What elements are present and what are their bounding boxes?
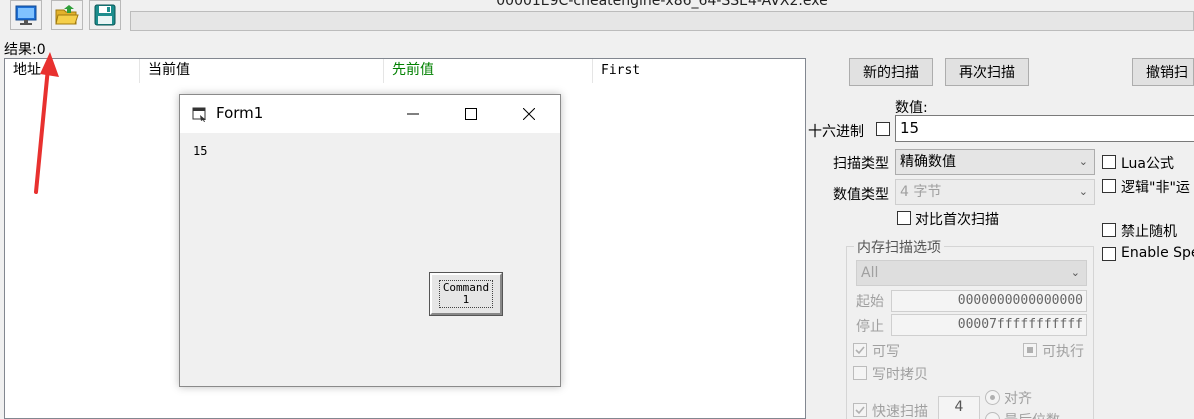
open-file-button[interactable] <box>51 0 83 30</box>
chevron-down-icon: ⌄ <box>1078 185 1088 198</box>
maximize-icon <box>465 108 477 120</box>
value-type-label: 数值类型 <box>833 187 889 203</box>
radio-dot <box>990 395 995 400</box>
memory-region-value: All <box>861 265 879 281</box>
command1-label: Command 1 <box>438 280 494 308</box>
start-address-field[interactable]: 0000000000000000 <box>891 290 1087 312</box>
annotation-arrow <box>34 52 59 194</box>
form1-title: Form1 <box>216 104 264 122</box>
save-button[interactable] <box>89 0 121 30</box>
fast-scan-label: 快速扫描 <box>872 404 928 419</box>
column-previous-value[interactable]: 先前值 <box>384 59 593 83</box>
executable-label: 可执行 <box>1042 344 1084 360</box>
align-label: 对齐 <box>1004 391 1032 407</box>
form1-window: Form1 15 Command 1 <box>179 94 561 387</box>
fast-scan-value-field[interactable]: 4 <box>938 396 980 419</box>
logic-not-label: 逻辑"非"运 <box>1121 180 1190 196</box>
check-icon <box>855 406 865 415</box>
memory-region-select[interactable]: All ⌄ <box>856 260 1087 286</box>
last-digits-label: 最后位数 <box>1004 410 1064 419</box>
value-type-select[interactable]: 4 字节 ⌄ <box>895 179 1095 205</box>
fast-scan-checkbox[interactable] <box>853 403 867 417</box>
hex-checkbox[interactable] <box>876 122 890 136</box>
scan-type-label: 扫描类型 <box>833 156 889 172</box>
minimize-button[interactable] <box>390 95 436 133</box>
scan-progress-bar <box>130 11 1194 31</box>
start-label: 起始 <box>856 294 884 310</box>
copy-on-write-label: 写时拷贝 <box>872 367 928 383</box>
monitor-icon <box>15 5 37 25</box>
chevron-down-icon: ⌄ <box>1070 266 1080 279</box>
enable-speedhack-checkbox[interactable] <box>1102 247 1116 261</box>
memory-scan-options-title: 内存扫描选项 <box>854 237 944 257</box>
undo-scan-button[interactable]: 撤销扫 <box>1132 58 1194 86</box>
open-folder-icon <box>55 5 79 25</box>
check-icon <box>855 346 865 355</box>
scan-type-value: 精确数值 <box>900 154 956 170</box>
next-scan-button[interactable]: 再次扫描 <box>945 58 1029 86</box>
save-disk-icon <box>94 4 116 26</box>
minimize-icon <box>407 113 419 115</box>
column-first[interactable]: First <box>593 59 805 83</box>
writable-checkbox[interactable] <box>853 343 867 357</box>
stop-label: 停止 <box>856 319 884 335</box>
form1-titlebar[interactable]: Form1 <box>180 95 560 133</box>
logic-not-checkbox[interactable] <box>1102 179 1116 193</box>
form1-value-label: 15 <box>193 144 208 158</box>
no-random-label: 禁止随机 <box>1121 224 1177 240</box>
new-scan-button[interactable]: 新的扫描 <box>849 58 933 86</box>
align-radio[interactable] <box>985 390 1000 405</box>
command1-button[interactable]: Command 1 <box>429 272 503 316</box>
close-icon <box>523 108 535 120</box>
column-address[interactable]: 地址 <box>5 59 140 83</box>
indeterminate-mark <box>1027 347 1033 353</box>
executable-checkbox[interactable] <box>1023 343 1037 357</box>
copy-on-write-checkbox[interactable] <box>853 366 867 380</box>
lua-formula-checkbox[interactable] <box>1102 155 1116 169</box>
lua-formula-label: Lua公式 <box>1121 156 1175 172</box>
chevron-down-icon: ⌄ <box>1078 155 1088 168</box>
enable-speedhack-label: Enable Spe <box>1121 245 1194 261</box>
window-title: 00001E9C-cheatengine-x86_64-SSE4-AVX2.ex… <box>496 0 828 9</box>
maximize-button[interactable] <box>448 95 494 133</box>
compare-first-checkbox[interactable] <box>897 211 911 225</box>
form-app-icon <box>192 107 206 122</box>
writable-label: 可写 <box>872 344 900 360</box>
list-header: 地址 当前值 先前值 First <box>5 59 805 83</box>
value-type-value: 4 字节 <box>900 184 942 200</box>
no-random-checkbox[interactable] <box>1102 223 1116 237</box>
open-process-button[interactable] <box>10 0 42 30</box>
value-label: 数值: <box>895 100 928 116</box>
column-current-value[interactable]: 当前值 <box>140 59 384 83</box>
compare-first-label: 对比首次扫描 <box>915 212 999 228</box>
close-button[interactable] <box>506 95 552 133</box>
stop-address-field[interactable]: 00007fffffffffff <box>891 314 1087 336</box>
value-input[interactable]: 15 <box>895 115 1194 142</box>
scan-type-select[interactable]: 精确数值 ⌄ <box>895 149 1095 175</box>
hex-label: 十六进制 <box>808 124 864 140</box>
